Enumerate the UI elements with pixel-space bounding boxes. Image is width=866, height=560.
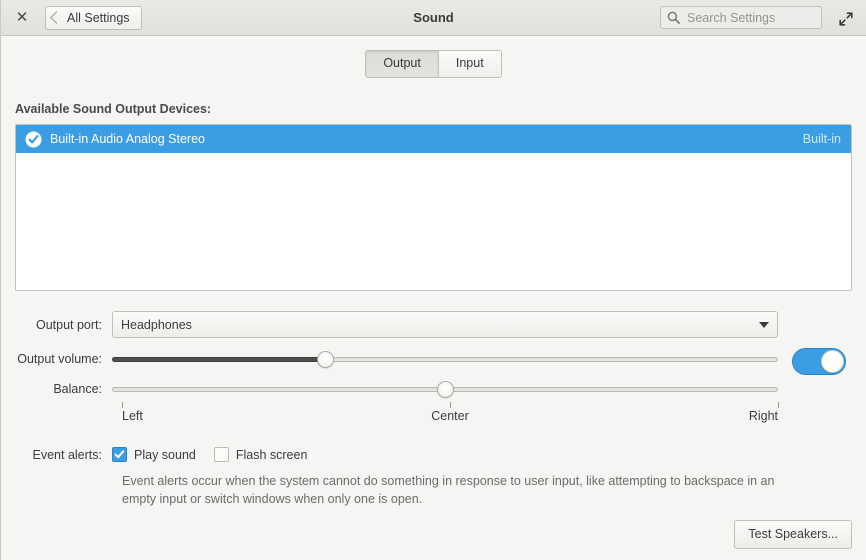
balance-scale: Left Center Right: [122, 402, 779, 425]
scale-tick-right: [778, 402, 779, 408]
chevron-left-icon: [50, 11, 63, 24]
toggle-knob: [821, 350, 844, 373]
output-port-label: Output port:: [35, 317, 102, 332]
footer: Test Speakers...: [734, 520, 852, 549]
output-devices-list[interactable]: Built-in Audio Analog Stereo Built-in: [15, 124, 852, 291]
scale-label-center: Center: [431, 409, 469, 423]
flash-screen-label: Flash screen: [235, 447, 308, 462]
device-list-item[interactable]: Built-in Audio Analog Stereo Built-in: [16, 125, 851, 153]
balance-slider[interactable]: [112, 376, 778, 402]
sound-settings-window: ✕ All Settings Sound Search Settings Out…: [0, 0, 866, 560]
sound-form: Output port: Headphones Output volume: B…: [15, 311, 852, 508]
output-volume-row: Output volume:: [15, 346, 852, 375]
checkbox-checked-icon[interactable]: [112, 447, 127, 462]
search-input[interactable]: [685, 9, 815, 26]
available-devices-label: Available Sound Output Devices:: [15, 102, 212, 116]
slider-handle[interactable]: [437, 381, 454, 398]
event-alerts-row: Event alerts: Play sound Flash screen: [15, 447, 852, 462]
scale-label-left: Left: [122, 409, 143, 423]
search-settings-box[interactable]: [660, 6, 822, 29]
tab-input[interactable]: Input: [437, 51, 501, 77]
tab-output[interactable]: Output: [366, 51, 438, 77]
titlebar: ✕ All Settings Sound: [1, 0, 866, 36]
play-sound-checkbox-item[interactable]: Play sound: [112, 447, 196, 462]
output-port-row: Output port: Headphones: [15, 311, 852, 338]
scale-tick-left: [122, 402, 123, 408]
event-alerts-label: Event alerts:: [32, 447, 102, 462]
test-speakers-button[interactable]: Test Speakers...: [734, 520, 852, 549]
search-icon: [667, 11, 680, 24]
all-settings-label: All Settings: [67, 10, 130, 25]
output-port-value: Headphones: [121, 317, 192, 332]
check-circle-icon: [25, 131, 42, 148]
event-alerts-options: Play sound Flash screen: [112, 447, 325, 462]
balance-scale-marks: [122, 402, 779, 409]
slider-fill: [112, 357, 326, 362]
balance-row: Balance:: [15, 376, 852, 402]
main-content: Available Sound Output Devices: Built-in…: [1, 102, 866, 508]
output-volume-slider[interactable]: [112, 346, 778, 372]
mode-tabbar: Output Input: [1, 36, 866, 82]
device-badge: Built-in: [802, 132, 841, 146]
event-alerts-description: Event alerts occur when the system canno…: [122, 474, 775, 506]
output-volume-label: Output volume:: [17, 352, 102, 366]
scale-label-right: Right: [748, 409, 778, 423]
output-port-select[interactable]: Headphones: [112, 311, 778, 338]
maximize-icon[interactable]: [836, 9, 856, 29]
chevron-down-icon: [759, 321, 769, 328]
mode-tabgroup: Output Input: [365, 50, 502, 78]
close-icon[interactable]: ✕: [7, 3, 37, 33]
all-settings-back-button[interactable]: All Settings: [45, 5, 142, 30]
output-mute-toggle[interactable]: [792, 348, 846, 375]
play-sound-label: Play sound: [134, 447, 196, 462]
balance-label: Balance:: [53, 382, 102, 396]
checkbox-unchecked-icon[interactable]: [213, 447, 229, 462]
slider-handle[interactable]: [317, 351, 335, 368]
device-name: Built-in Audio Analog Stereo: [50, 132, 205, 146]
balance-scale-labels: Left Center Right: [122, 409, 778, 425]
flash-screen-checkbox-item[interactable]: Flash screen: [213, 447, 308, 462]
scale-tick-center: [450, 402, 451, 408]
